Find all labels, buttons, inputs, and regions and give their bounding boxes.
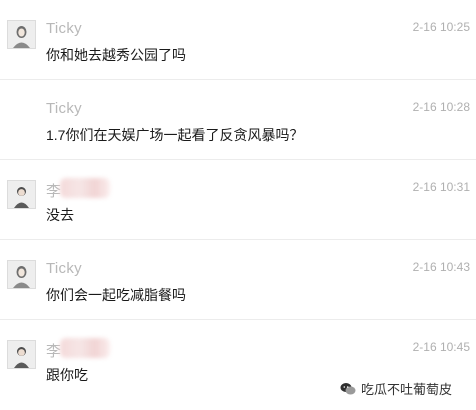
watermark-text: 吃瓜不吐葡萄皮 — [360, 382, 452, 397]
redacted-name — [60, 178, 110, 198]
sender-name[interactable]: Ticky — [46, 100, 82, 117]
sender-name[interactable]: Ticky — [46, 20, 82, 37]
female-avatar-icon[interactable] — [7, 20, 36, 49]
timestamp: 2-16 10:43 — [412, 260, 470, 274]
watermark: 吃瓜不吐葡萄皮 — [340, 379, 452, 398]
message-item: Ticky 2-16 10:25 你和她去越秀公园了吗 — [0, 0, 476, 80]
male-avatar-icon[interactable] — [7, 340, 36, 369]
message-text: 没去 — [46, 207, 74, 223]
timestamp: 2-16 10:28 — [412, 100, 470, 114]
sender-name[interactable]: Ticky — [46, 260, 82, 277]
message-text: 1.7你们在天娱广场一起看了反贪风暴吗？ — [46, 127, 304, 143]
message-item: 李 2-16 10:31 没去 — [0, 160, 476, 240]
message-text: 你们会一起吃减脂餐吗 — [46, 287, 186, 303]
redacted-name — [60, 338, 110, 358]
female-avatar-icon[interactable] — [7, 260, 36, 289]
wechat-icon — [340, 382, 356, 394]
timestamp: 2-16 10:31 — [412, 180, 470, 194]
message-text: 你和她去越秀公园了吗 — [46, 47, 186, 63]
timestamp: 2-16 10:25 — [412, 20, 470, 34]
message-text: 跟你吃 — [46, 367, 88, 383]
timestamp: 2-16 10:45 — [412, 340, 470, 354]
message-item: Ticky 2-16 10:43 你们会一起吃减脂餐吗 — [0, 240, 476, 320]
male-avatar-icon[interactable] — [7, 180, 36, 209]
message-item: Ticky 2-16 10:28 1.7你们在天娱广场一起看了反贪风暴吗？ — [0, 80, 476, 160]
